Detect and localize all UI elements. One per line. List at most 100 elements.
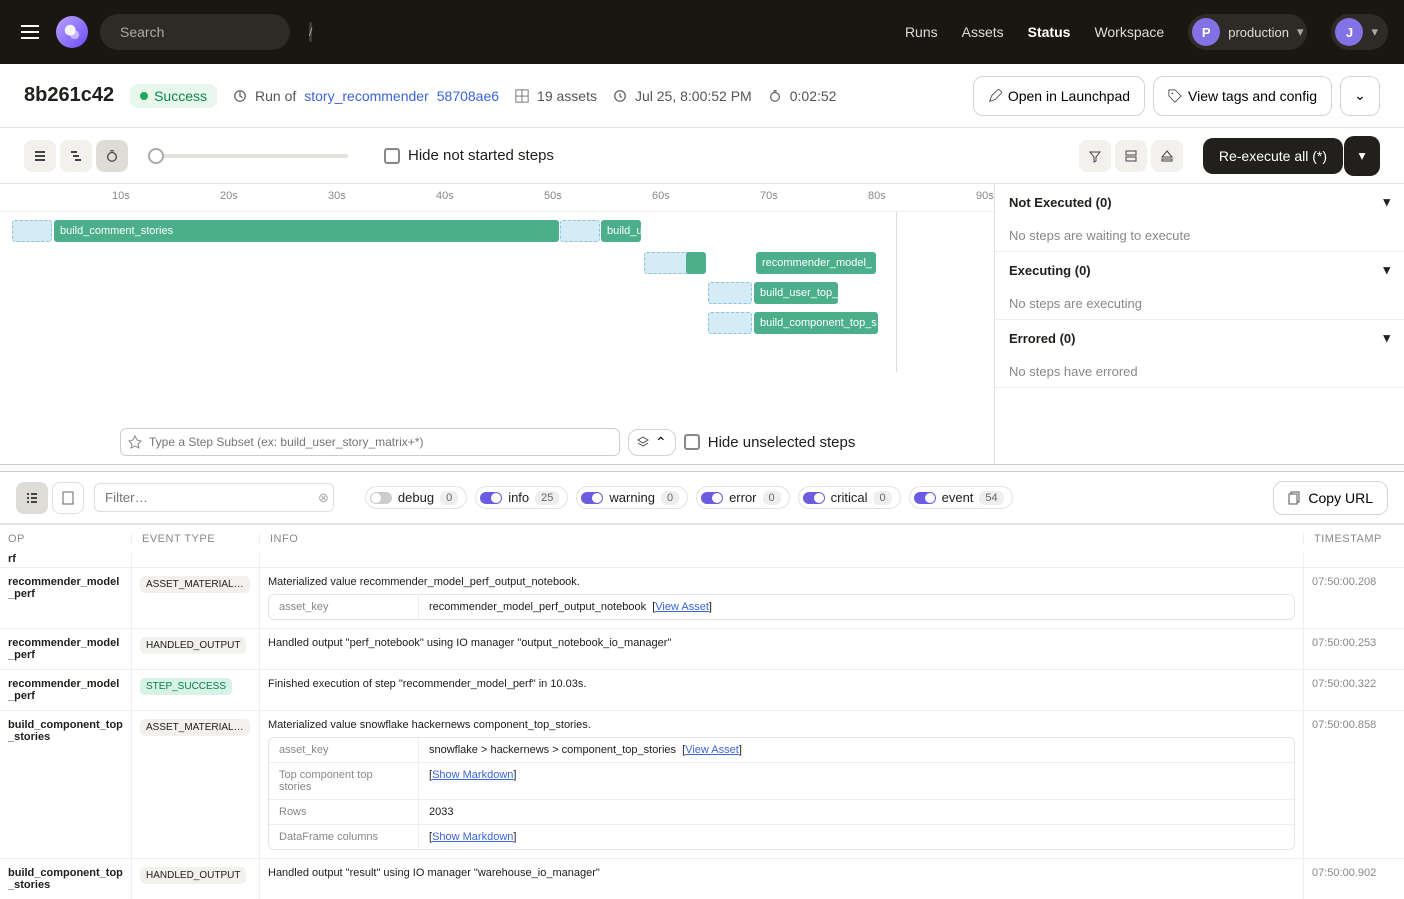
run-subheader: 8b261c42 Success Run of story_recommende… (0, 64, 1404, 128)
toggle-panel1-button[interactable] (1115, 140, 1147, 172)
gantt-bar[interactable] (686, 252, 706, 274)
chevron-down-icon: ▾ (1359, 148, 1366, 164)
level-info-toggle[interactable]: info25 (475, 486, 568, 509)
kv-link[interactable]: View Asset (685, 744, 739, 756)
level-debug-toggle[interactable]: debug0 (365, 486, 467, 509)
global-search[interactable]: / (100, 14, 290, 50)
log-levels: debug0 info25 warning0 error0 critical0 event… (365, 486, 1013, 509)
job-link[interactable]: story_recommender (304, 88, 429, 104)
kv-key: Rows (269, 800, 419, 824)
copy-url-button[interactable]: Copy URL (1273, 481, 1388, 515)
gantt-bar-prep[interactable] (560, 220, 600, 242)
level-critical-toggle[interactable]: critical0 (798, 486, 901, 509)
gantt-bar[interactable]: build_u (601, 220, 641, 242)
table-row[interactable]: recommender_model_perfSTEP_SUCCESSFinish… (0, 669, 1404, 710)
table-row[interactable]: recommender_model_perfHANDLED_OUTPUTHand… (0, 628, 1404, 669)
axis-tick: 30s (328, 190, 346, 202)
waterfall-view-button[interactable] (60, 140, 92, 172)
run-duration: 0:02:52 (768, 88, 837, 104)
slider-thumb[interactable] (148, 148, 164, 164)
reexecute-menu-button[interactable]: ▾ (1344, 136, 1380, 176)
nav-workspace[interactable]: Workspace (1094, 24, 1164, 40)
search-input[interactable] (120, 24, 301, 40)
kv-value: [Show Markdown] (419, 763, 1294, 799)
toggle-filter-button[interactable] (1079, 140, 1111, 172)
search-shortcut: / (309, 22, 312, 42)
kv-value: snowflake > hackernews > component_top_s… (419, 738, 1294, 762)
step-subset-input[interactable] (120, 428, 620, 456)
reexecute-group: Re-execute all (*) ▾ (1195, 136, 1380, 176)
toggle-icon (370, 492, 392, 504)
hide-not-started-checkbox[interactable]: Hide not started steps (384, 147, 554, 164)
nav-status[interactable]: Status (1028, 24, 1071, 40)
errored-header[interactable]: Errored (0)▾ (995, 320, 1404, 356)
gantt-bar[interactable]: build_user_top_ (754, 282, 838, 304)
rows-icon (1124, 149, 1138, 163)
gantt-chart[interactable]: 10s 20s 30s 40s 50s 60s 70s 80s 90s buil… (0, 184, 994, 464)
nav-assets[interactable]: Assets (962, 24, 1004, 40)
cell-type: HANDLED_OUTPUT (132, 859, 260, 899)
run-of: Run of story_recommender 58708ae6 (233, 88, 499, 104)
snapshot-link[interactable]: 58708ae6 (437, 88, 499, 104)
table-row-partial: rf (0, 553, 1404, 567)
col-op-header: OP (0, 533, 132, 545)
app-header: / Runs Assets Status Workspace P product… (0, 0, 1404, 64)
user-menu[interactable]: J ▾ (1331, 14, 1388, 50)
flat-view-button[interactable] (24, 140, 56, 172)
gantt-bar-prep[interactable] (708, 282, 752, 304)
axis-tick: 80s (868, 190, 886, 202)
run-timestamp: Jul 25, 8:00:52 PM (613, 88, 752, 104)
cell-type: ASSET_MATERIALIZAT… (132, 711, 260, 858)
pane-divider[interactable] (0, 464, 1404, 472)
view-tags-button[interactable]: View tags and config (1153, 76, 1332, 116)
executing-header[interactable]: Executing (0)▾ (995, 252, 1404, 288)
deployment-selector[interactable]: P production ▾ (1188, 14, 1307, 50)
more-actions-button[interactable]: ⌄ (1340, 76, 1380, 116)
col-info-header: INFO (260, 533, 1304, 545)
level-warning-toggle[interactable]: warning0 (576, 486, 688, 509)
kv-link[interactable]: Show Markdown (432, 831, 513, 843)
level-error-toggle[interactable]: error0 (696, 486, 790, 509)
gantt-bar-prep[interactable] (12, 220, 52, 242)
table-row[interactable]: recommender_model_perfASSET_MATERIALIZAT… (0, 567, 1404, 628)
zoom-slider[interactable] (148, 154, 348, 158)
menu-icon (21, 25, 39, 39)
hide-unselected-checkbox[interactable]: Hide unselected steps (684, 434, 856, 451)
hide-unselected-label: Hide unselected steps (708, 434, 856, 451)
gantt-panel: 10s 20s 30s 40s 50s 60s 70s 80s 90s buil… (0, 184, 1404, 464)
level-name: debug (398, 490, 434, 505)
grid-icon (515, 89, 529, 103)
axis-tick: 50s (544, 190, 562, 202)
kv-key: Top component top stories (269, 763, 419, 799)
gantt-bar-prep[interactable] (708, 312, 752, 334)
assets-count[interactable]: 19 assets (515, 88, 597, 104)
gantt-bar[interactable]: build_component_top_s (754, 312, 878, 334)
structured-log-button[interactable] (16, 482, 48, 514)
not-executed-header[interactable]: Not Executed (0)▾ (995, 184, 1404, 220)
open-launchpad-button[interactable]: Open in Launchpad (973, 76, 1145, 116)
log-view-toggle (16, 482, 84, 514)
nav-runs[interactable]: Runs (905, 24, 938, 40)
reexecute-button[interactable]: Re-execute all (*) (1203, 138, 1343, 174)
app-logo[interactable] (56, 16, 88, 48)
table-row[interactable]: build_component_top_storiesASSET_MATERIA… (0, 710, 1404, 858)
cell-info: Handled output "result" using IO manager… (260, 859, 1304, 899)
cell-info: Handled output "perf_notebook" using IO … (260, 629, 1304, 669)
axis-tick: 70s (760, 190, 778, 202)
kv-link[interactable]: View Asset (655, 601, 709, 613)
time-view-button[interactable] (96, 140, 128, 172)
cell-op: build_component_top_stories (0, 859, 132, 899)
gantt-bar[interactable]: recommender_model_ (756, 252, 876, 274)
raw-log-button[interactable] (52, 482, 84, 514)
gantt-bar[interactable]: build_comment_stories (54, 220, 559, 242)
hamburger-button[interactable] (16, 18, 44, 46)
log-filter-input[interactable] (94, 483, 334, 512)
cell-timestamp: 07:50:00.322 (1304, 670, 1404, 710)
copy-url-label: Copy URL (1308, 490, 1373, 506)
table-row[interactable]: build_component_top_storiesHANDLED_OUTPU… (0, 858, 1404, 899)
kv-link[interactable]: Show Markdown (432, 769, 513, 781)
level-event-toggle[interactable]: event54 (909, 486, 1013, 509)
clear-filter-icon[interactable]: ⊗ (318, 490, 329, 506)
toggle-panel2-button[interactable] (1151, 140, 1183, 172)
subset-layers-button[interactable]: ⌃ (628, 429, 676, 456)
